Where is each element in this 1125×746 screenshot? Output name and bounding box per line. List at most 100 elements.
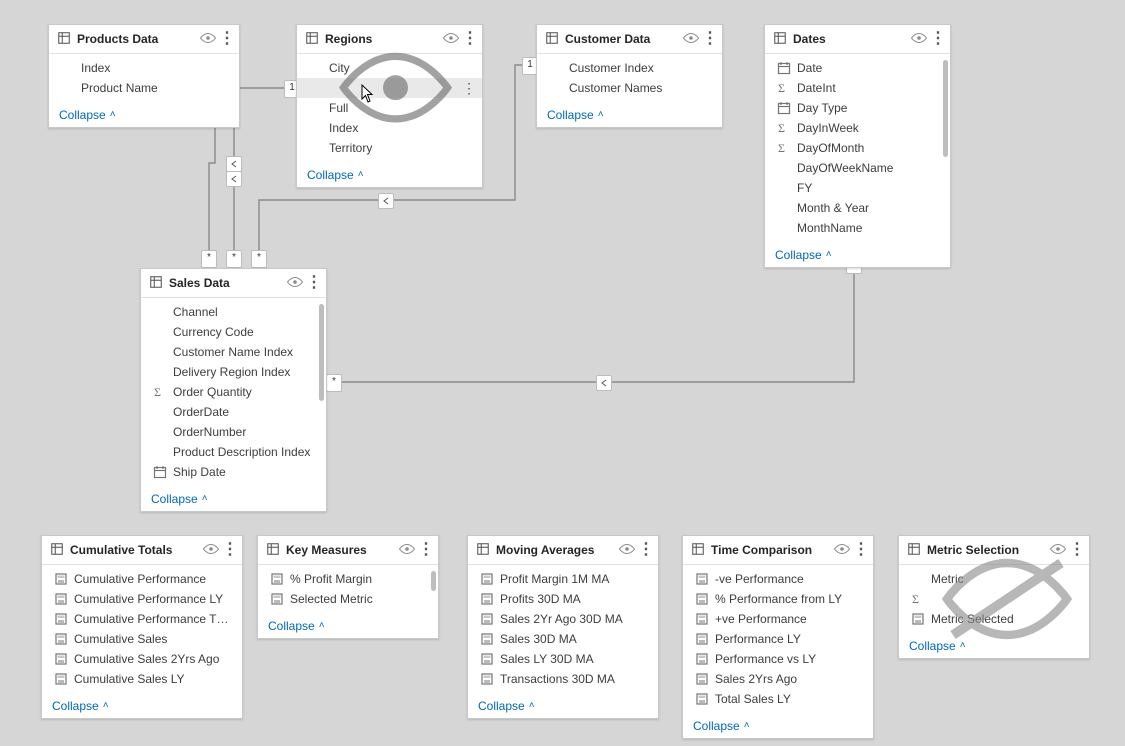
table-visibility-icon[interactable]: [906, 31, 928, 48]
table-field[interactable]: Date: [765, 58, 950, 78]
field-label: Total Sales LY: [715, 692, 863, 706]
table-field[interactable]: Cumulative Performance TY vs LY: [42, 609, 242, 629]
table-field[interactable]: OrderDate: [141, 402, 326, 422]
model-canvas[interactable]: { "ui": { "collapse_label": "Collapse" }…: [0, 0, 1125, 746]
table-field[interactable]: Sales 30D MA: [468, 629, 658, 649]
table-icon: [57, 31, 77, 48]
visibility-icon: [202, 542, 220, 556]
table-field[interactable]: % Performance from LY: [683, 589, 873, 609]
table-field[interactable]: Country ⋮: [297, 78, 482, 98]
table-field[interactable]: Day Type: [765, 98, 950, 118]
table-visibility-icon[interactable]: [198, 542, 220, 559]
table-more-icon[interactable]: ⋮: [222, 543, 236, 557]
table-field[interactable]: Territory: [297, 138, 482, 158]
table-more-icon[interactable]: ⋮: [418, 543, 432, 557]
table-field[interactable]: MonthName: [765, 218, 950, 238]
table-field[interactable]: Σ Order Quantity: [141, 382, 326, 402]
table-cumulative-totals[interactable]: Cumulative Totals ⋮ Cumulative Performan…: [41, 535, 243, 719]
collapse-button[interactable]: Collapse˄: [297, 162, 482, 187]
table-field[interactable]: OrderNumber: [141, 422, 326, 442]
table-visibility-icon[interactable]: [282, 275, 304, 292]
field-label: Month & Year: [797, 201, 940, 215]
visibility-icon: [910, 31, 928, 45]
table-field[interactable]: Σ DateInt: [765, 78, 950, 98]
collapse-button[interactable]: Collapse˄: [683, 713, 873, 738]
collapse-button[interactable]: Collapse˄: [537, 102, 722, 127]
table-visibility-icon[interactable]: [438, 31, 460, 48]
table-sales-data[interactable]: Sales Data ⋮ Channel Currency Code Custo…: [140, 268, 327, 512]
table-field[interactable]: Index: [49, 58, 239, 78]
table-field[interactable]: Sales 2Yrs Ago: [683, 669, 873, 689]
collapse-button[interactable]: Collapse˄: [141, 486, 326, 511]
table-field[interactable]: Cumulative Performance LY: [42, 589, 242, 609]
table-field[interactable]: Σ DayOfMonth: [765, 138, 950, 158]
cardinality-many: *: [251, 250, 267, 268]
table-visibility-icon[interactable]: [394, 542, 416, 559]
table-field[interactable]: Cumulative Sales LY: [42, 669, 242, 689]
table-field[interactable]: Σ Metric Index: [899, 589, 1089, 609]
field-more-icon[interactable]: ⋮: [462, 80, 472, 97]
field-label: DayInWeek: [797, 121, 940, 135]
field-label: % Performance from LY: [715, 592, 863, 606]
table-field[interactable]: Customer Name Index: [141, 342, 326, 362]
table-metric-selection[interactable]: Metric Selection ⋮ Metric Σ Metric Index…: [898, 535, 1090, 659]
table-more-icon[interactable]: ⋮: [306, 276, 320, 290]
table-field[interactable]: Performance vs LY: [683, 649, 873, 669]
collapse-button[interactable]: Collapse˄: [765, 242, 950, 267]
table-field[interactable]: Selected Metric: [258, 589, 438, 609]
table-dates[interactable]: Dates ⋮ Date Σ DateInt Day Type Σ DayInW…: [764, 24, 951, 268]
table-more-icon[interactable]: ⋮: [638, 543, 652, 557]
table-field[interactable]: Σ DayInWeek: [765, 118, 950, 138]
table-field[interactable]: +ve Performance: [683, 609, 873, 629]
table-more-icon[interactable]: ⋮: [462, 32, 476, 46]
table-field[interactable]: Customer Index: [537, 58, 722, 78]
table-products-data[interactable]: Products Data ⋮ Index Product Name Colla…: [48, 24, 240, 128]
table-field[interactable]: Transactions 30D MA: [468, 669, 658, 689]
collapse-button[interactable]: Collapse˄: [468, 693, 658, 718]
chevron-up-icon: ˄: [598, 109, 604, 120]
table-moving-averages[interactable]: Moving Averages ⋮ Profit Margin 1M MA Pr…: [467, 535, 659, 719]
table-field[interactable]: Customer Names: [537, 78, 722, 98]
table-customer-data[interactable]: Customer Data ⋮ Customer Index Customer …: [536, 24, 723, 128]
collapse-button[interactable]: Collapse˄: [42, 693, 242, 718]
table-more-icon[interactable]: ⋮: [853, 543, 867, 557]
table-time-comparison[interactable]: Time Comparison ⋮ -ve Performance % Perf…: [682, 535, 874, 739]
table-regions[interactable]: Regions ⋮ City Country ⋮ Full Index: [296, 24, 483, 188]
table-field[interactable]: Sales 2Yr Ago 30D MA: [468, 609, 658, 629]
table-field[interactable]: Ship Date: [141, 462, 326, 482]
table-field[interactable]: Channel: [141, 302, 326, 322]
table-more-icon[interactable]: ⋮: [702, 32, 716, 46]
table-key-measures[interactable]: Key Measures ⋮ % Profit Margin Selected …: [257, 535, 439, 639]
table-field[interactable]: Product Name: [49, 78, 239, 98]
table-field[interactable]: Cumulative Sales: [42, 629, 242, 649]
scrollbar[interactable]: [431, 571, 436, 607]
table-field[interactable]: Profits 30D MA: [468, 589, 658, 609]
table-field[interactable]: Cumulative Performance: [42, 569, 242, 589]
table-field[interactable]: Month & Year: [765, 198, 950, 218]
table-field[interactable]: Performance LY: [683, 629, 873, 649]
table-visibility-icon[interactable]: [829, 542, 851, 559]
table-field[interactable]: % Profit Margin: [258, 569, 438, 589]
table-field[interactable]: Sales LY 30D MA: [468, 649, 658, 669]
table-field[interactable]: Product Description Index: [141, 442, 326, 462]
table-title: Key Measures: [286, 543, 394, 557]
collapse-button[interactable]: Collapse˄: [258, 613, 438, 638]
scrollbar[interactable]: [319, 304, 324, 480]
table-field[interactable]: Cumulative Sales 2Yrs Ago: [42, 649, 242, 669]
field-label: MonthName: [797, 221, 940, 235]
table-visibility-icon[interactable]: [195, 31, 217, 48]
collapse-button[interactable]: Collapse˄: [49, 102, 239, 127]
table-visibility-icon[interactable]: [678, 31, 700, 48]
table-field[interactable]: FY: [765, 178, 950, 198]
table-field[interactable]: Total Sales LY: [683, 689, 873, 709]
table-visibility-icon[interactable]: [614, 542, 636, 559]
table-field[interactable]: Delivery Region Index: [141, 362, 326, 382]
table-more-icon[interactable]: ⋮: [219, 32, 233, 46]
table-field[interactable]: Profit Margin 1M MA: [468, 569, 658, 589]
scrollbar[interactable]: [943, 60, 948, 236]
table-field[interactable]: DayOfWeekName: [765, 158, 950, 178]
cardinality-many: *: [326, 374, 342, 392]
table-more-icon[interactable]: ⋮: [930, 32, 944, 46]
table-field[interactable]: Currency Code: [141, 322, 326, 342]
table-field[interactable]: -ve Performance: [683, 569, 873, 589]
